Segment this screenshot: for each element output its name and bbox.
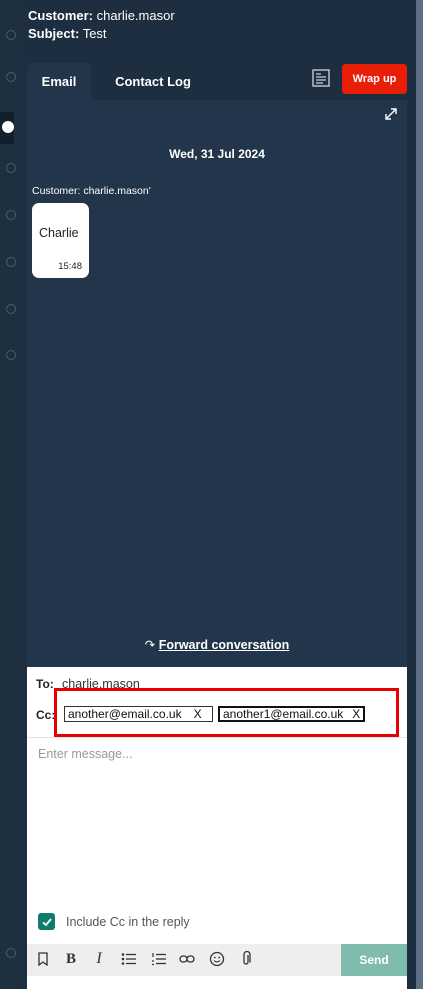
left-nav-strip bbox=[0, 0, 20, 989]
compose-area: To: charlie.mason Cc: another@email.co.u… bbox=[27, 667, 407, 989]
nav-icon[interactable] bbox=[6, 163, 16, 173]
nav-icon[interactable] bbox=[6, 350, 16, 360]
message-input[interactable]: Enter message... bbox=[38, 747, 133, 761]
customer-line: Customer: charlie.masor bbox=[28, 8, 175, 23]
italic-icon[interactable]: I bbox=[89, 948, 109, 970]
nav-icon[interactable] bbox=[6, 948, 16, 958]
forward-conversation-link[interactable]: ↷ Forward conversation bbox=[27, 637, 407, 652]
divider bbox=[27, 737, 407, 738]
nav-icon[interactable] bbox=[6, 304, 16, 314]
subject-value: Test bbox=[82, 26, 107, 41]
emoji-icon[interactable] bbox=[207, 948, 227, 970]
message-time: 15:48 bbox=[58, 261, 82, 272]
nav-icon[interactable] bbox=[6, 30, 16, 40]
link-icon[interactable] bbox=[177, 948, 197, 970]
wrap-up-button[interactable]: Wrap up bbox=[342, 64, 407, 94]
include-cc-label: Include Cc in the reply bbox=[66, 914, 190, 929]
customer-value: charlie.masor bbox=[96, 8, 175, 23]
forward-icon: ↷ bbox=[144, 638, 156, 652]
include-cc-option[interactable]: Include Cc in the reply bbox=[38, 913, 190, 930]
interaction-panel: Customer: charlie.masor Subject: Test Em… bbox=[20, 0, 416, 989]
subject-line: Subject: Test bbox=[28, 26, 107, 41]
message-sender-label: Customer: charlie.mason' bbox=[32, 185, 151, 197]
bullet-list-icon[interactable] bbox=[119, 948, 139, 970]
conversation-date: Wed, 31 Jul 2024 bbox=[169, 147, 265, 161]
nav-icon[interactable] bbox=[6, 72, 16, 82]
send-button[interactable]: Send bbox=[341, 944, 407, 976]
bold-icon[interactable]: B bbox=[61, 948, 81, 970]
cc-label: Cc: bbox=[36, 708, 56, 722]
check-icon bbox=[41, 917, 52, 926]
nav-icon[interactable] bbox=[6, 210, 16, 220]
forward-label[interactable]: Forward conversation bbox=[159, 638, 290, 652]
notes-icon[interactable] bbox=[310, 67, 332, 89]
tab-contact-log[interactable]: Contact Log bbox=[98, 63, 208, 100]
expand-icon[interactable] bbox=[384, 107, 398, 121]
customer-label: Customer: bbox=[28, 8, 94, 23]
tab-email[interactable]: Email bbox=[27, 63, 91, 100]
attachment-icon[interactable] bbox=[236, 948, 256, 970]
message-bubble: Charlie 15:48 bbox=[32, 203, 89, 278]
highlight-box bbox=[54, 688, 399, 737]
window-edge bbox=[416, 0, 423, 989]
nav-icon[interactable] bbox=[6, 257, 16, 267]
to-label: To: bbox=[36, 677, 54, 691]
message-text: Charlie bbox=[39, 226, 79, 240]
bookmark-icon[interactable] bbox=[33, 948, 53, 970]
include-cc-checkbox[interactable] bbox=[38, 913, 55, 930]
numbered-list-icon[interactable] bbox=[149, 948, 169, 970]
nav-active-icon[interactable] bbox=[2, 121, 14, 133]
subject-label: Subject: bbox=[28, 26, 80, 41]
conversation-area: Wed, 31 Jul 2024 Customer: charlie.mason… bbox=[27, 100, 407, 667]
